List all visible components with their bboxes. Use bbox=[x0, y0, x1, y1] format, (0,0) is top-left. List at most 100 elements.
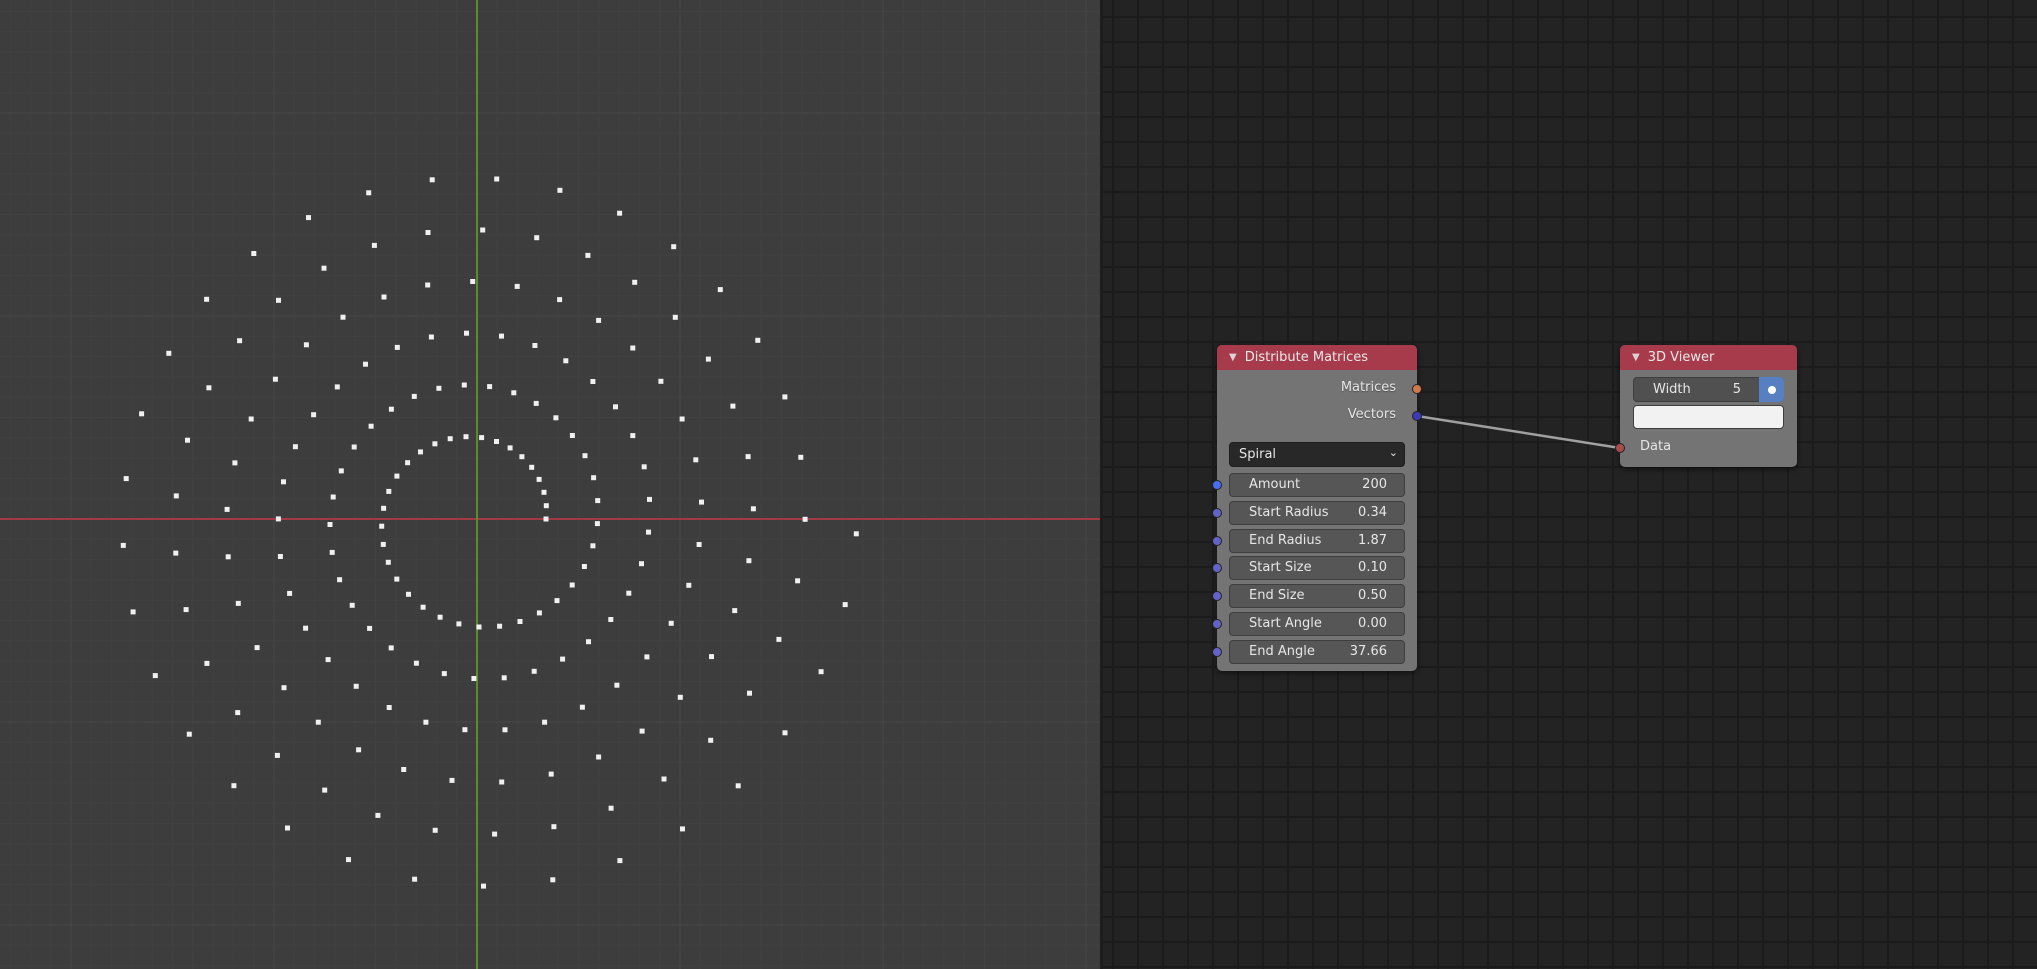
input-socket-data[interactable] bbox=[1615, 443, 1625, 453]
spiral-point bbox=[411, 393, 417, 399]
field-end-size[interactable]: End Size 0.50 bbox=[1229, 584, 1405, 609]
collapse-triangle-icon[interactable]: ▼ bbox=[1632, 352, 1640, 363]
input-socket-start-size[interactable] bbox=[1212, 563, 1222, 574]
collapse-triangle-icon[interactable]: ▼ bbox=[1229, 352, 1237, 363]
spiral-point bbox=[251, 251, 257, 256]
spiral-point bbox=[463, 434, 469, 440]
spiral-point bbox=[776, 636, 782, 642]
input-socket-end-size[interactable] bbox=[1212, 591, 1222, 602]
spiral-point bbox=[514, 283, 520, 289]
node-header[interactable]: ▼ 3D Viewer bbox=[1620, 345, 1797, 370]
output-socket-vectors[interactable] bbox=[1412, 411, 1422, 421]
width-toggle-button[interactable] bbox=[1759, 377, 1784, 402]
distribute-matrices-node[interactable]: ▼ Distribute Matrices Matrices Vectors S… bbox=[1212, 345, 1422, 671]
spiral-point bbox=[225, 554, 231, 560]
field-end-angle[interactable]: End Angle 37.66 bbox=[1229, 639, 1405, 664]
node-header[interactable]: ▼ Distribute Matrices bbox=[1217, 345, 1417, 370]
spiral-point bbox=[441, 671, 447, 677]
field-start-angle[interactable]: Start Angle 0.00 bbox=[1229, 612, 1405, 636]
spiral-point bbox=[231, 783, 237, 789]
spiral-point bbox=[730, 403, 736, 409]
input-socket-end-angle[interactable] bbox=[1212, 646, 1222, 657]
mode-dropdown-value: Spiral bbox=[1239, 447, 1277, 462]
spiral-point bbox=[186, 731, 192, 737]
spiral-point bbox=[401, 767, 407, 772]
spiral-point bbox=[551, 824, 557, 830]
spiral-point bbox=[617, 858, 623, 864]
spiral-point bbox=[585, 252, 591, 258]
input-socket-start-radius[interactable] bbox=[1212, 507, 1222, 518]
width-field[interactable]: Width 5 bbox=[1633, 377, 1784, 402]
spiral-point bbox=[639, 728, 645, 734]
spiral-point bbox=[499, 333, 504, 339]
mode-dropdown[interactable]: Spiral ⌄ bbox=[1229, 442, 1405, 467]
spiral-point bbox=[553, 415, 559, 421]
spiral-point bbox=[590, 379, 596, 384]
input-socket-start-angle[interactable] bbox=[1212, 619, 1222, 629]
spiral-point bbox=[614, 682, 620, 688]
spiral-point bbox=[842, 602, 848, 608]
spiral-point bbox=[479, 435, 485, 441]
spiral-point bbox=[346, 857, 351, 863]
spiral-point bbox=[381, 505, 387, 511]
spiral-point bbox=[432, 827, 438, 833]
spiral-point bbox=[596, 754, 602, 760]
spiral-point bbox=[276, 297, 281, 303]
spiral-point bbox=[235, 600, 241, 606]
spiral-point bbox=[557, 297, 563, 303]
spiral-point bbox=[351, 444, 357, 450]
spiral-point bbox=[668, 620, 674, 626]
field-value: 1.87 bbox=[1358, 532, 1387, 548]
spiral-point bbox=[428, 334, 434, 340]
field-end-radius[interactable]: End Radius 1.87 bbox=[1229, 528, 1405, 553]
spiral-point bbox=[630, 433, 636, 439]
spiral-point bbox=[152, 673, 158, 679]
field-start-size[interactable]: Start Size 0.10 bbox=[1229, 556, 1405, 581]
spiral-point bbox=[437, 614, 443, 620]
spiral-point bbox=[321, 265, 327, 271]
spiral-point bbox=[379, 523, 385, 529]
spiral-point bbox=[371, 242, 377, 248]
spiral-point bbox=[617, 210, 623, 216]
spiral-point bbox=[554, 598, 560, 604]
spiral-point bbox=[322, 787, 328, 793]
spiral-point bbox=[394, 344, 400, 350]
spiral-point bbox=[334, 384, 340, 390]
spiral-point bbox=[303, 342, 309, 348]
spiral-point bbox=[277, 554, 283, 559]
spiral-point bbox=[281, 479, 286, 485]
color-swatch[interactable] bbox=[1633, 405, 1784, 429]
input-socket-amount[interactable] bbox=[1212, 480, 1222, 490]
spiral-point bbox=[798, 454, 804, 460]
input-socket-end-radius[interactable] bbox=[1212, 535, 1222, 546]
spiral-point bbox=[745, 454, 751, 460]
spiral-point bbox=[130, 609, 136, 615]
field-amount[interactable]: Amount 200 bbox=[1229, 473, 1405, 497]
spiral-point bbox=[356, 747, 362, 753]
spiral-point bbox=[166, 350, 172, 356]
spiral-point bbox=[340, 314, 346, 320]
spiral-point bbox=[497, 623, 503, 629]
spiral-point bbox=[248, 416, 254, 422]
spiral-point bbox=[557, 187, 563, 193]
spiral-point bbox=[425, 230, 431, 235]
spiral-point bbox=[405, 460, 411, 466]
spiral-point bbox=[750, 506, 756, 512]
3d-viewer-node[interactable]: ▼ 3D Viewer Width 5 Data bbox=[1615, 345, 1797, 467]
spiral-point bbox=[591, 475, 597, 481]
field-label: End Size bbox=[1249, 588, 1305, 604]
viewport-canvas[interactable] bbox=[0, 0, 1100, 969]
spiral-point bbox=[658, 378, 664, 384]
spiral-point bbox=[581, 564, 587, 569]
field-label: End Angle bbox=[1249, 643, 1315, 659]
output-label-matrices: Matrices bbox=[1340, 380, 1396, 395]
output-socket-matrices[interactable] bbox=[1412, 384, 1422, 394]
spiral-point bbox=[647, 496, 652, 502]
spiral-point bbox=[139, 411, 145, 417]
field-start-radius[interactable]: Start Radius 0.34 bbox=[1229, 500, 1405, 525]
3d-viewport[interactable] bbox=[0, 0, 1100, 969]
dot-icon bbox=[1767, 385, 1776, 394]
spiral-point bbox=[337, 577, 343, 583]
width-label: Width bbox=[1653, 382, 1691, 397]
spiral-point bbox=[802, 516, 808, 522]
